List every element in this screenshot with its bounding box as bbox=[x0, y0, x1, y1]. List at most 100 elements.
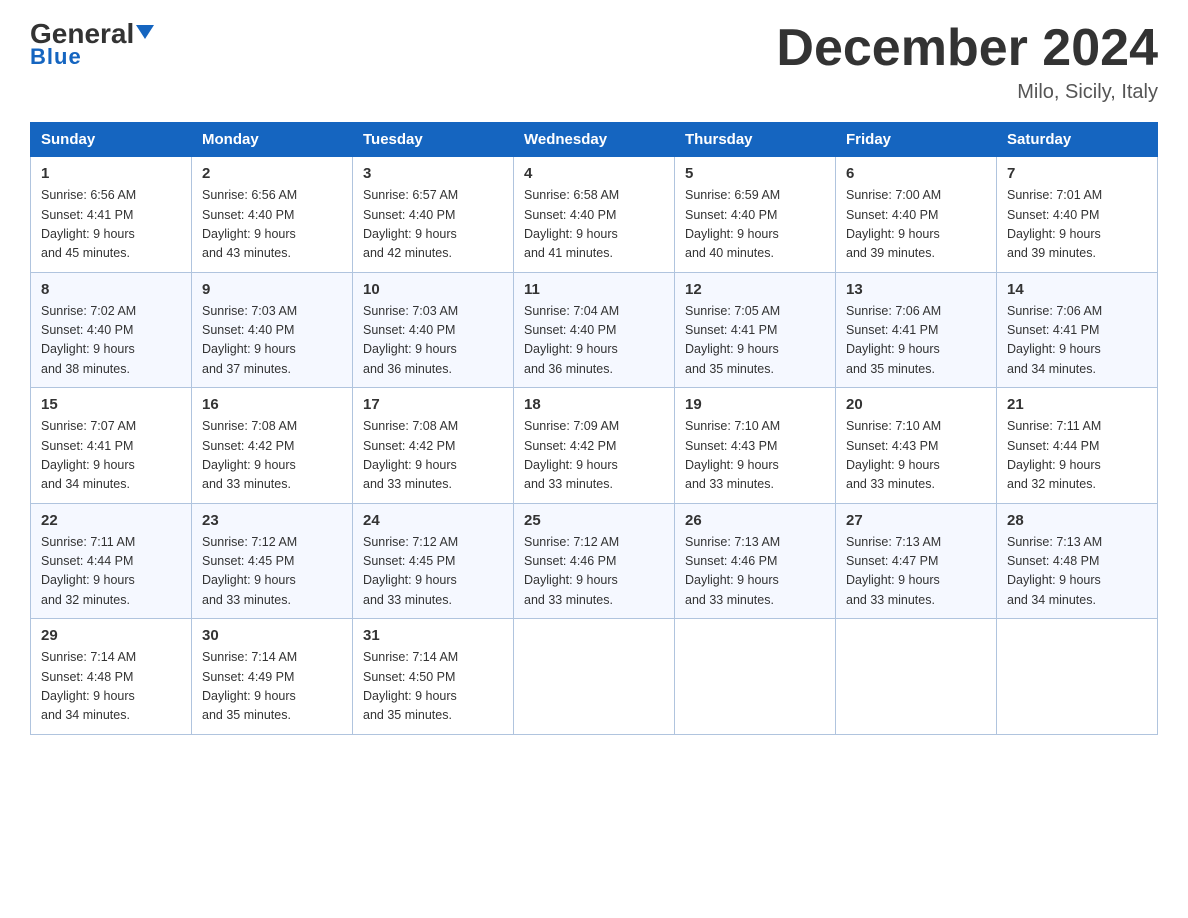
day-info: Sunrise: 7:08 AMSunset: 4:42 PMDaylight:… bbox=[202, 417, 342, 495]
day-number: 2 bbox=[202, 165, 342, 182]
day-number: 18 bbox=[524, 396, 664, 413]
calendar-cell: 2 Sunrise: 6:56 AMSunset: 4:40 PMDaylight… bbox=[192, 157, 353, 273]
calendar-cell: 5Sunrise: 6:59 AMSunset: 4:40 PMDaylight… bbox=[675, 157, 836, 273]
calendar-cell bbox=[836, 619, 997, 735]
calendar-cell: 9 Sunrise: 7:03 AMSunset: 4:40 PMDaylight… bbox=[192, 272, 353, 388]
day-info: Sunrise: 6:56 AMSunset: 4:41 PMDaylight:… bbox=[41, 186, 181, 264]
title-block: December 2024 Milo, Sicily, Italy bbox=[776, 20, 1158, 104]
calendar-cell: 21 Sunrise: 7:11 AMSunset: 4:44 PMDayligh… bbox=[997, 388, 1158, 504]
day-number: 7 bbox=[1007, 165, 1147, 182]
day-number: 9 bbox=[202, 281, 342, 298]
calendar-cell: 12 Sunrise: 7:05 AMSunset: 4:41 PMDayligh… bbox=[675, 272, 836, 388]
day-info: Sunrise: 7:01 AMSunset: 4:40 PMDaylight:… bbox=[1007, 186, 1147, 264]
calendar-cell bbox=[675, 619, 836, 735]
day-info: Sunrise: 7:12 AMSunset: 4:45 PMDaylight:… bbox=[363, 533, 503, 611]
logo: General Blue bbox=[30, 20, 154, 70]
weekday-header-row: SundayMondayTuesdayWednesdayThursdayFrid… bbox=[31, 123, 1158, 157]
day-info: Sunrise: 6:58 AMSunset: 4:40 PMDaylight:… bbox=[524, 186, 664, 264]
calendar-cell: 31 Sunrise: 7:14 AMSunset: 4:50 PMDayligh… bbox=[353, 619, 514, 735]
day-number: 31 bbox=[363, 627, 503, 644]
weekday-header-wednesday: Wednesday bbox=[514, 123, 675, 157]
day-info: Sunrise: 7:07 AMSunset: 4:41 PMDaylight:… bbox=[41, 417, 181, 495]
calendar-cell bbox=[997, 619, 1158, 735]
day-info: Sunrise: 7:13 AMSunset: 4:47 PMDaylight:… bbox=[846, 533, 986, 611]
day-info: Sunrise: 7:06 AMSunset: 4:41 PMDaylight:… bbox=[1007, 302, 1147, 380]
day-number: 25 bbox=[524, 512, 664, 529]
weekday-header-saturday: Saturday bbox=[997, 123, 1158, 157]
logo-blue: Blue bbox=[30, 44, 82, 70]
day-info: Sunrise: 7:14 AMSunset: 4:50 PMDaylight:… bbox=[363, 648, 503, 726]
calendar-cell: 27 Sunrise: 7:13 AMSunset: 4:47 PMDayligh… bbox=[836, 503, 997, 619]
weekday-header-tuesday: Tuesday bbox=[353, 123, 514, 157]
day-number: 4 bbox=[524, 165, 664, 182]
calendar-cell: 14Sunrise: 7:06 AMSunset: 4:41 PMDayligh… bbox=[997, 272, 1158, 388]
day-number: 29 bbox=[41, 627, 181, 644]
calendar-cell bbox=[514, 619, 675, 735]
calendar-cell: 25 Sunrise: 7:12 AMSunset: 4:46 PMDayligh… bbox=[514, 503, 675, 619]
day-number: 23 bbox=[202, 512, 342, 529]
weekday-header-thursday: Thursday bbox=[675, 123, 836, 157]
day-number: 19 bbox=[685, 396, 825, 413]
calendar-cell: 6 Sunrise: 7:00 AMSunset: 4:40 PMDaylight… bbox=[836, 157, 997, 273]
day-number: 20 bbox=[846, 396, 986, 413]
day-number: 12 bbox=[685, 281, 825, 298]
day-info: Sunrise: 7:06 AMSunset: 4:41 PMDaylight:… bbox=[846, 302, 986, 380]
day-number: 22 bbox=[41, 512, 181, 529]
calendar-cell: 30 Sunrise: 7:14 AMSunset: 4:49 PMDayligh… bbox=[192, 619, 353, 735]
calendar-cell: 7 Sunrise: 7:01 AMSunset: 4:40 PMDaylight… bbox=[997, 157, 1158, 273]
calendar-cell: 26 Sunrise: 7:13 AMSunset: 4:46 PMDayligh… bbox=[675, 503, 836, 619]
logo-triangle-icon bbox=[136, 25, 154, 39]
calendar-cell: 29Sunrise: 7:14 AMSunset: 4:48 PMDayligh… bbox=[31, 619, 192, 735]
day-info: Sunrise: 7:10 AMSunset: 4:43 PMDaylight:… bbox=[685, 417, 825, 495]
day-info: Sunrise: 7:13 AMSunset: 4:48 PMDaylight:… bbox=[1007, 533, 1147, 611]
day-number: 27 bbox=[846, 512, 986, 529]
calendar-cell: 13 Sunrise: 7:06 AMSunset: 4:41 PMDayligh… bbox=[836, 272, 997, 388]
calendar-cell: 18Sunrise: 7:09 AMSunset: 4:42 PMDayligh… bbox=[514, 388, 675, 504]
day-info: Sunrise: 7:03 AMSunset: 4:40 PMDaylight:… bbox=[202, 302, 342, 380]
day-number: 6 bbox=[846, 165, 986, 182]
day-info: Sunrise: 6:56 AMSunset: 4:40 PMDaylight:… bbox=[202, 186, 342, 264]
day-info: Sunrise: 7:00 AMSunset: 4:40 PMDaylight:… bbox=[846, 186, 986, 264]
day-info: Sunrise: 7:05 AMSunset: 4:41 PMDaylight:… bbox=[685, 302, 825, 380]
day-info: Sunrise: 7:12 AMSunset: 4:45 PMDaylight:… bbox=[202, 533, 342, 611]
day-number: 21 bbox=[1007, 396, 1147, 413]
day-number: 16 bbox=[202, 396, 342, 413]
page-header: General Blue December 2024 Milo, Sicily,… bbox=[30, 20, 1158, 104]
weekday-header-monday: Monday bbox=[192, 123, 353, 157]
location: Milo, Sicily, Italy bbox=[776, 81, 1158, 104]
day-number: 24 bbox=[363, 512, 503, 529]
day-info: Sunrise: 6:59 AMSunset: 4:40 PMDaylight:… bbox=[685, 186, 825, 264]
calendar-cell: 17Sunrise: 7:08 AMSunset: 4:42 PMDayligh… bbox=[353, 388, 514, 504]
day-number: 30 bbox=[202, 627, 342, 644]
weekday-header-friday: Friday bbox=[836, 123, 997, 157]
calendar-cell: 4 Sunrise: 6:58 AMSunset: 4:40 PMDaylight… bbox=[514, 157, 675, 273]
day-number: 1 bbox=[41, 165, 181, 182]
day-info: Sunrise: 7:13 AMSunset: 4:46 PMDaylight:… bbox=[685, 533, 825, 611]
day-number: 28 bbox=[1007, 512, 1147, 529]
calendar-cell: 10Sunrise: 7:03 AMSunset: 4:40 PMDayligh… bbox=[353, 272, 514, 388]
day-info: Sunrise: 7:12 AMSunset: 4:46 PMDaylight:… bbox=[524, 533, 664, 611]
week-row-2: 8Sunrise: 7:02 AMSunset: 4:40 PMDaylight… bbox=[31, 272, 1158, 388]
weekday-header-sunday: Sunday bbox=[31, 123, 192, 157]
month-title: December 2024 bbox=[776, 20, 1158, 77]
day-info: Sunrise: 7:14 AMSunset: 4:49 PMDaylight:… bbox=[202, 648, 342, 726]
calendar-table: SundayMondayTuesdayWednesdayThursdayFrid… bbox=[30, 122, 1158, 735]
day-number: 13 bbox=[846, 281, 986, 298]
day-number: 11 bbox=[524, 281, 664, 298]
calendar-cell: 8Sunrise: 7:02 AMSunset: 4:40 PMDaylight… bbox=[31, 272, 192, 388]
day-number: 17 bbox=[363, 396, 503, 413]
day-info: Sunrise: 7:04 AMSunset: 4:40 PMDaylight:… bbox=[524, 302, 664, 380]
day-info: Sunrise: 7:11 AMSunset: 4:44 PMDaylight:… bbox=[41, 533, 181, 611]
calendar-cell: 19 Sunrise: 7:10 AMSunset: 4:43 PMDayligh… bbox=[675, 388, 836, 504]
calendar-cell: 23 Sunrise: 7:12 AMSunset: 4:45 PMDayligh… bbox=[192, 503, 353, 619]
day-info: Sunrise: 7:10 AMSunset: 4:43 PMDaylight:… bbox=[846, 417, 986, 495]
day-number: 8 bbox=[41, 281, 181, 298]
day-info: Sunrise: 7:11 AMSunset: 4:44 PMDaylight:… bbox=[1007, 417, 1147, 495]
calendar-cell: 1 Sunrise: 6:56 AMSunset: 4:41 PMDaylight… bbox=[31, 157, 192, 273]
day-number: 3 bbox=[363, 165, 503, 182]
day-number: 26 bbox=[685, 512, 825, 529]
calendar-cell: 15Sunrise: 7:07 AMSunset: 4:41 PMDayligh… bbox=[31, 388, 192, 504]
calendar-cell: 16 Sunrise: 7:08 AMSunset: 4:42 PMDayligh… bbox=[192, 388, 353, 504]
week-row-5: 29Sunrise: 7:14 AMSunset: 4:48 PMDayligh… bbox=[31, 619, 1158, 735]
calendar-cell: 20 Sunrise: 7:10 AMSunset: 4:43 PMDayligh… bbox=[836, 388, 997, 504]
